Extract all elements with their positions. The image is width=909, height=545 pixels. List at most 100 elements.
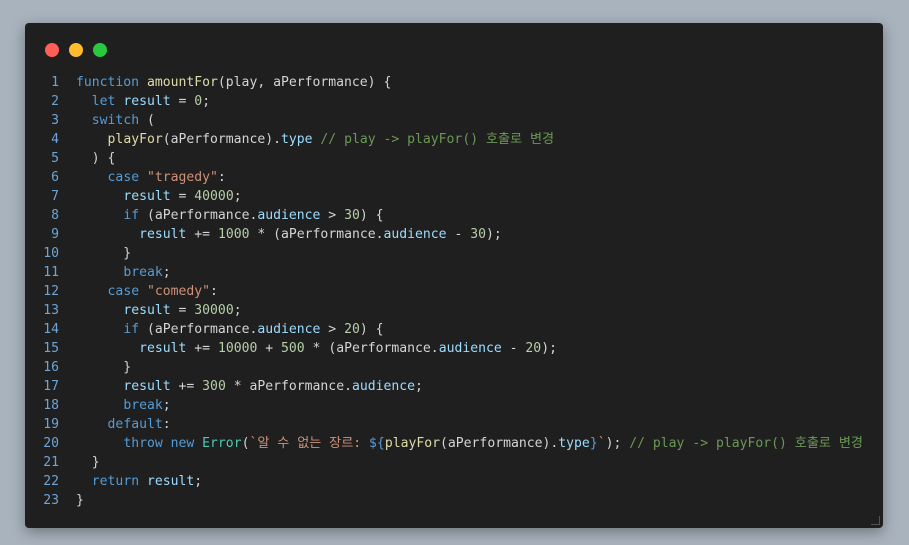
code-line: 3 switch ( bbox=[25, 111, 883, 130]
code-token: * (aPerformance. bbox=[304, 341, 439, 356]
code-token: ; bbox=[415, 379, 423, 394]
code-token: += bbox=[186, 341, 218, 356]
code-token: Error bbox=[202, 436, 242, 451]
code-token: * aPerformance. bbox=[225, 379, 352, 394]
code-token: 30 bbox=[344, 208, 360, 223]
code-token: ) { bbox=[359, 322, 384, 337]
code-line: 14 if (aPerformance.audience > 20) { bbox=[25, 320, 883, 339]
code-token: ( bbox=[139, 113, 155, 128]
code-token: audience bbox=[351, 379, 416, 394]
line-number: 12 bbox=[43, 284, 59, 299]
code-line: 23} bbox=[25, 491, 883, 510]
code-token: let bbox=[91, 94, 124, 109]
code-token: * (aPerformance. bbox=[249, 227, 384, 242]
code-token: > bbox=[320, 322, 345, 337]
code-token: 0 bbox=[194, 94, 203, 109]
line-number: 7 bbox=[51, 189, 59, 204]
line-number: 19 bbox=[43, 417, 59, 432]
code-token: : bbox=[210, 284, 218, 299]
code-token: ` bbox=[597, 436, 606, 451]
minimize-window-button[interactable] bbox=[69, 43, 83, 57]
code-token: 30 bbox=[470, 227, 487, 242]
line-number: 6 bbox=[51, 170, 59, 185]
code-text: } bbox=[76, 244, 131, 263]
code-token: ; bbox=[202, 94, 211, 109]
code-token: return bbox=[91, 474, 147, 489]
line-number: 1 bbox=[51, 75, 59, 90]
code-token: ); bbox=[605, 436, 630, 451]
line-number: 21 bbox=[43, 455, 59, 470]
code-token: case bbox=[107, 170, 147, 185]
code-token: playFor bbox=[107, 132, 163, 147]
line-number: 18 bbox=[43, 398, 59, 413]
code-token: if bbox=[123, 208, 140, 223]
code-line: 17 result += 300 * aPerformance.audience… bbox=[25, 377, 883, 396]
line-number: 3 bbox=[51, 113, 59, 128]
resize-handle-icon[interactable] bbox=[871, 516, 880, 525]
code-token: ) { bbox=[76, 151, 116, 166]
code-token: 40000 bbox=[194, 189, 234, 204]
code-line: 16 } bbox=[25, 358, 883, 377]
code-text: case "comedy": bbox=[76, 282, 218, 301]
code-line: 12 case "comedy": bbox=[25, 282, 883, 301]
code-token: break bbox=[123, 398, 163, 413]
code-token: } bbox=[589, 436, 598, 451]
code-token: ; bbox=[194, 474, 203, 489]
code-text: result += 300 * aPerformance.audience; bbox=[76, 377, 423, 396]
code-token: ) { bbox=[359, 208, 384, 223]
code-line: 15 result += 10000 + 500 * (aPerformance… bbox=[25, 339, 883, 358]
code-token: } bbox=[76, 360, 132, 375]
code-token: 20 bbox=[525, 341, 542, 356]
code-token: ; bbox=[162, 398, 171, 413]
code-token: } bbox=[76, 455, 100, 470]
maximize-window-button[interactable] bbox=[93, 43, 107, 57]
code-line: 18 break; bbox=[25, 396, 883, 415]
code-token: audience bbox=[257, 322, 321, 337]
code-text: result = 40000; bbox=[76, 187, 241, 206]
code-text: playFor(aPerformance).type // play -> pl… bbox=[76, 130, 555, 149]
code-token: > bbox=[320, 208, 345, 223]
code-token: - bbox=[501, 341, 526, 356]
code-token: = bbox=[170, 303, 195, 318]
close-window-button[interactable] bbox=[45, 43, 59, 57]
code-token: 1000 bbox=[217, 227, 250, 242]
code-token: result bbox=[146, 474, 195, 489]
code-line: 21 } bbox=[25, 453, 883, 472]
code-token: 10000 bbox=[217, 341, 258, 356]
code-token: (aPerformance. bbox=[139, 208, 258, 223]
code-token: (aPerformance). bbox=[440, 436, 559, 451]
code-token: ); bbox=[486, 227, 502, 242]
code-text: throw new Error(`알 수 없는 장르: ${playFor(aP… bbox=[76, 434, 863, 453]
line-number: 10 bbox=[43, 246, 59, 261]
code-line: 20 throw new Error(`알 수 없는 장르: ${playFor… bbox=[25, 434, 883, 453]
code-token: += bbox=[170, 379, 203, 394]
code-token: result bbox=[139, 227, 187, 242]
code-line: 7 result = 40000; bbox=[25, 187, 883, 206]
code-token: audience bbox=[257, 208, 321, 223]
code-text: result += 1000 * (aPerformance.audience … bbox=[76, 225, 502, 244]
code-line: 13 result = 30000; bbox=[25, 301, 883, 320]
code-text: } bbox=[76, 491, 84, 510]
line-number: 8 bbox=[51, 208, 59, 223]
line-number: 17 bbox=[43, 379, 59, 394]
code-token: "tragedy" bbox=[146, 170, 218, 185]
code-token: 20 bbox=[344, 322, 360, 337]
line-number: 20 bbox=[43, 436, 59, 451]
code-token: 500 bbox=[281, 341, 305, 356]
code-line: 9 result += 1000 * (aPerformance.audienc… bbox=[25, 225, 883, 244]
code-token: ${ bbox=[369, 436, 385, 451]
code-text: } bbox=[76, 358, 131, 377]
